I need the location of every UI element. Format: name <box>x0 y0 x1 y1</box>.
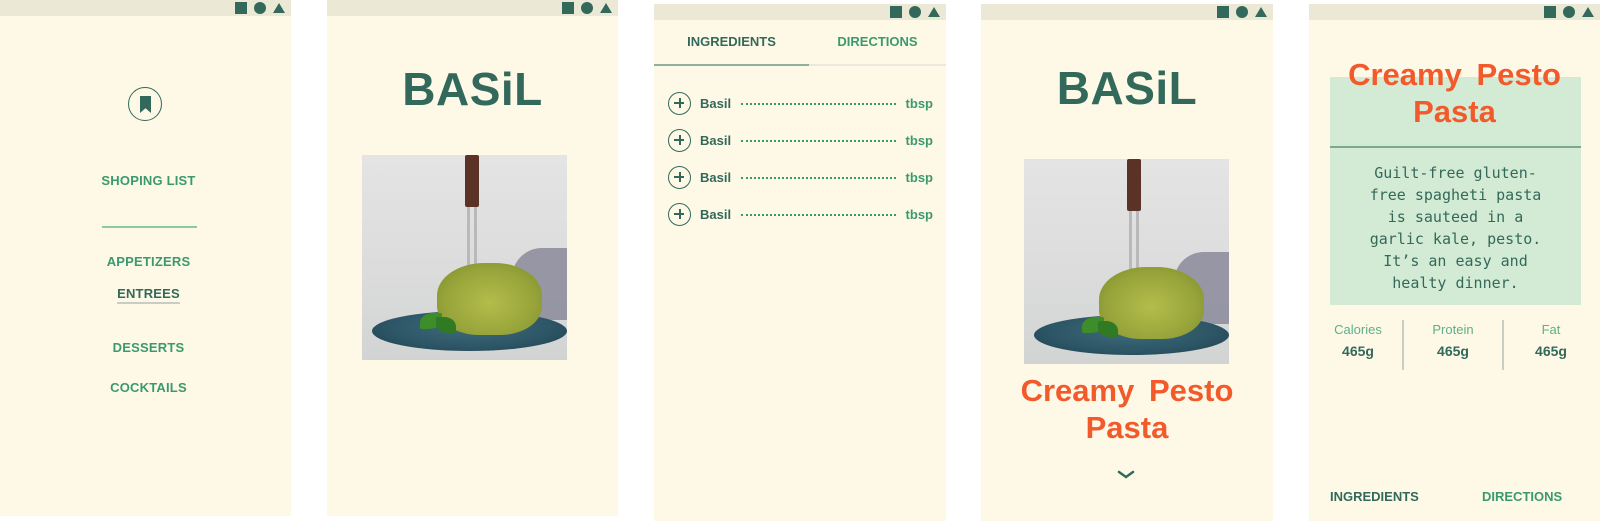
recipe-title: Creamy Pesto Pasta <box>1309 56 1600 130</box>
ingredient-row: Basil tbsp <box>668 165 933 189</box>
menu-item-entrees[interactable]: ENTREES <box>0 286 291 304</box>
recipe-title: Creamy Pesto Pasta <box>981 372 1273 446</box>
dotted-leader <box>741 214 896 216</box>
app-logo: BASiL <box>402 63 543 115</box>
ingredient-row: Basil tbsp <box>668 91 933 115</box>
ingredient-row: Basil tbsp <box>668 128 933 152</box>
menu-item-appetizers[interactable]: APPETIZERS <box>0 254 291 269</box>
tab-bar: INGREDIENTS DIRECTIONS <box>654 20 946 68</box>
status-bar <box>981 4 1273 20</box>
triangle-icon <box>600 3 612 13</box>
ingredient-unit: tbsp <box>905 95 933 111</box>
chevron-down-icon[interactable] <box>1117 470 1135 480</box>
ingredient-name: Basil <box>700 206 732 222</box>
circle-icon <box>254 2 266 14</box>
ingredient-unit: tbsp <box>905 206 933 222</box>
menu-item-shopping-list[interactable]: SHOPING LIST <box>0 173 291 188</box>
dotted-leader <box>741 140 896 142</box>
nutrition-calories: Calories 465g <box>1309 322 1407 359</box>
ingredient-name: Basil <box>700 169 732 185</box>
ingredient-unit: tbsp <box>905 132 933 148</box>
tab-ingredients[interactable]: INGREDIENTS <box>1330 489 1419 504</box>
bookmark-icon <box>140 96 151 113</box>
menu-item-cocktails[interactable]: COCKTAILS <box>0 380 291 395</box>
circle-icon <box>1236 6 1248 18</box>
circle-icon <box>581 2 593 14</box>
nutrition-label: Calories <box>1334 322 1382 337</box>
nutrition-value: 465g <box>1437 343 1469 359</box>
ingredient-name: Basil <box>700 95 732 111</box>
description-divider <box>1330 146 1581 148</box>
dotted-leader <box>741 177 896 179</box>
square-icon <box>1544 6 1556 18</box>
recipe-title-line2: Pasta <box>1085 410 1169 445</box>
tab-directions[interactable]: DIRECTIONS <box>1482 489 1562 504</box>
dish-photo <box>362 155 567 360</box>
menu-item-desserts[interactable]: DESSERTS <box>0 340 291 355</box>
nutrition-label: Protein <box>1432 322 1474 337</box>
nutrition-value: 465g <box>1342 343 1374 359</box>
tab-directions[interactable]: DIRECTIONS <box>809 20 946 66</box>
recipe-title-line1: Creamy Pesto <box>1020 373 1234 408</box>
nutrition-value: 465g <box>1535 343 1567 359</box>
ingredient-row: Basil tbsp <box>668 202 933 226</box>
triangle-icon <box>273 3 285 13</box>
app-logo: BASiL <box>1056 62 1198 114</box>
menu-screen: SHOPING LIST APPETIZERS ENTREES DESSERTS… <box>0 0 291 516</box>
dish-photo <box>1024 159 1229 364</box>
menu-divider <box>102 226 197 228</box>
add-ingredient-button[interactable] <box>668 202 691 226</box>
status-bar <box>654 4 946 20</box>
square-icon <box>562 2 574 14</box>
bookmark-button[interactable] <box>128 87 162 121</box>
status-bar <box>0 0 291 16</box>
status-bar <box>1309 4 1600 20</box>
add-ingredient-button[interactable] <box>668 91 691 115</box>
triangle-icon <box>1255 7 1267 17</box>
ingredients-screen: INGREDIENTS DIRECTIONS Basil tbsp Basil … <box>654 4 946 521</box>
nutrition-fat: Fat 465g <box>1502 322 1600 359</box>
menu-item-entrees-label: ENTREES <box>117 286 180 304</box>
recipe-detail-screen: Guilt-free gluten- free spagheti pasta i… <box>1309 4 1600 521</box>
recipe-title-line2: Pasta <box>1413 94 1496 129</box>
square-icon <box>890 6 902 18</box>
tab-ingredients[interactable]: INGREDIENTS <box>654 20 809 66</box>
status-bar <box>327 0 618 16</box>
nutrition-protein: Protein 465g <box>1404 322 1502 359</box>
dotted-leader <box>741 103 896 105</box>
ingredient-name: Basil <box>700 132 732 148</box>
add-ingredient-button[interactable] <box>668 128 691 152</box>
triangle-icon <box>1582 7 1594 17</box>
add-ingredient-button[interactable] <box>668 165 691 189</box>
square-icon <box>235 2 247 14</box>
splash-screen: BASiL <box>327 0 618 516</box>
recipe-title-line1: Creamy Pesto <box>1348 57 1561 92</box>
recipe-hero-screen: BASiL Creamy Pesto Pasta <box>981 4 1273 521</box>
circle-icon <box>1563 6 1575 18</box>
square-icon <box>1217 6 1229 18</box>
recipe-description: Guilt-free gluten- free spagheti pasta i… <box>1369 164 1542 292</box>
nutrition-label: Fat <box>1541 322 1561 337</box>
triangle-icon <box>928 7 940 17</box>
circle-icon <box>909 6 921 18</box>
ingredient-unit: tbsp <box>905 169 933 185</box>
